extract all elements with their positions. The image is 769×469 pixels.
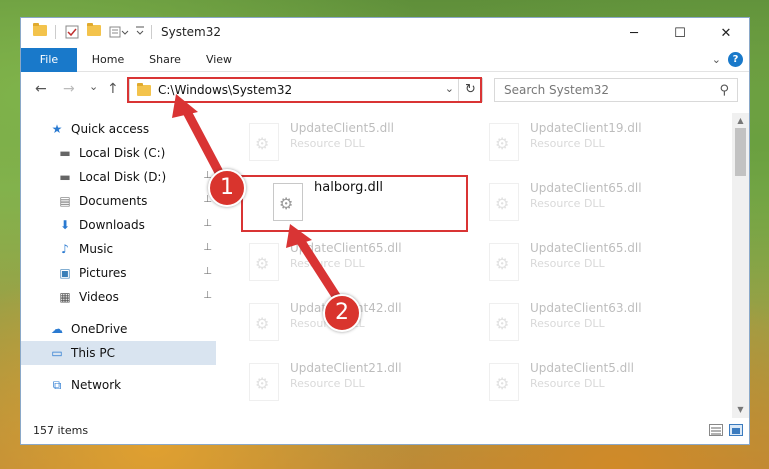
annotation-arrows bbox=[172, 94, 341, 301]
arrow-1 bbox=[181, 105, 227, 183]
step-2-badge: 2 bbox=[323, 294, 361, 332]
arrow-2 bbox=[295, 235, 341, 301]
step-1-badge: 1 bbox=[208, 169, 246, 207]
arrow-1-head bbox=[172, 94, 198, 118]
